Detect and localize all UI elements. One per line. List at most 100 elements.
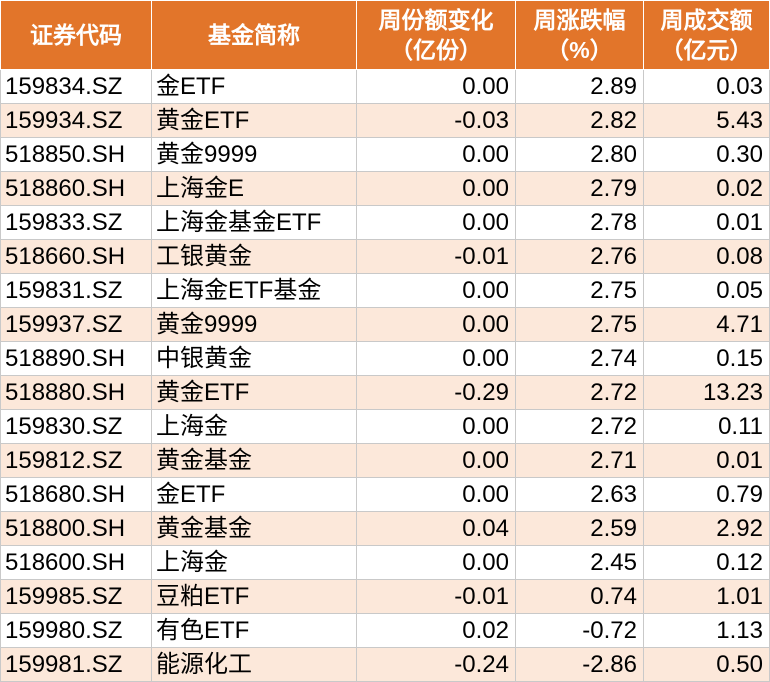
header-turnover: 周成交额 （亿元） xyxy=(643,0,770,70)
cell-turnover: 0.02 xyxy=(643,171,770,206)
cell-share-change: -0.03 xyxy=(356,103,516,138)
header-name-label: 基金简称 xyxy=(208,22,300,48)
cell-name: 上海金E xyxy=(151,171,357,206)
cell-name: 黄金9999 xyxy=(151,307,357,342)
cell-code: 159831.SZ xyxy=(0,273,152,308)
header-share-change-line2: （亿份） xyxy=(390,37,482,63)
table-row: 159834.SZ 金ETF 0.00 2.89 0.03 xyxy=(0,69,770,104)
header-row: 证券代码 基金简称 周份额变化 （亿份） 周涨跌幅 （%） 周成交额 （亿元） xyxy=(0,0,770,70)
cell-share-change: -0.01 xyxy=(356,579,516,614)
cell-turnover: 0.50 xyxy=(643,647,770,682)
cell-turnover: 0.05 xyxy=(643,273,770,308)
cell-share-change: 0.00 xyxy=(356,205,516,240)
cell-code: 518680.SH xyxy=(0,477,152,512)
cell-share-change: 0.00 xyxy=(356,341,516,376)
header-weekly-change-line1: 周涨跌幅 xyxy=(533,7,626,33)
cell-weekly-change: -2.86 xyxy=(515,647,644,682)
cell-weekly-change: 2.45 xyxy=(515,545,644,580)
cell-turnover: 0.08 xyxy=(643,239,770,274)
cell-weekly-change: 2.76 xyxy=(515,239,644,274)
table-row: 518800.SH 黄金基金 0.04 2.59 2.92 xyxy=(0,511,770,546)
cell-code: 518890.SH xyxy=(0,341,152,376)
cell-name: 上海金ETF基金 xyxy=(151,273,357,308)
cell-weekly-change: 2.75 xyxy=(515,273,644,308)
cell-turnover: 4.71 xyxy=(643,307,770,342)
table-row: 159980.SZ 有色ETF 0.02 -0.72 1.13 xyxy=(0,613,770,648)
cell-weekly-change: 2.74 xyxy=(515,341,644,376)
cell-code: 159830.SZ xyxy=(0,409,152,444)
cell-weekly-change: 2.63 xyxy=(515,477,644,512)
cell-share-change: 0.00 xyxy=(356,137,516,172)
table-body: 159834.SZ 金ETF 0.00 2.89 0.03 159934.SZ … xyxy=(0,69,770,682)
cell-name: 黄金ETF xyxy=(151,103,357,138)
cell-share-change: 0.00 xyxy=(356,171,516,206)
header-weekly-change: 周涨跌幅 （%） xyxy=(515,0,644,70)
table-row: 159830.SZ 上海金 0.00 2.72 0.11 xyxy=(0,409,770,444)
cell-code: 159980.SZ xyxy=(0,613,152,648)
table-row: 159833.SZ 上海金基金ETF 0.00 2.78 0.01 xyxy=(0,205,770,240)
cell-name: 有色ETF xyxy=(151,613,357,648)
cell-name: 黄金基金 xyxy=(151,511,357,546)
cell-weekly-change: 2.72 xyxy=(515,409,644,444)
cell-turnover: 0.01 xyxy=(643,443,770,478)
cell-share-change: 0.00 xyxy=(356,273,516,308)
cell-code: 518660.SH xyxy=(0,239,152,274)
cell-code: 159812.SZ xyxy=(0,443,152,478)
header-weekly-change-line2: （%） xyxy=(546,37,613,63)
cell-code: 159937.SZ xyxy=(0,307,152,342)
cell-code: 518880.SH xyxy=(0,375,152,410)
cell-turnover: 0.01 xyxy=(643,205,770,240)
cell-share-change: 0.00 xyxy=(356,69,516,104)
cell-turnover: 1.13 xyxy=(643,613,770,648)
table-row: 518680.SH 金ETF 0.00 2.63 0.79 xyxy=(0,477,770,512)
cell-code: 159985.SZ xyxy=(0,579,152,614)
cell-weekly-change: 2.80 xyxy=(515,137,644,172)
cell-code: 518850.SH xyxy=(0,137,152,172)
table-row: 159812.SZ 黄金基金 0.00 2.71 0.01 xyxy=(0,443,770,478)
cell-weekly-change: 2.75 xyxy=(515,307,644,342)
header-share-change-line1: 周份额变化 xyxy=(378,7,494,33)
cell-share-change: 0.02 xyxy=(356,613,516,648)
table-row: 518860.SH 上海金E 0.00 2.79 0.02 xyxy=(0,171,770,206)
cell-weekly-change: -0.72 xyxy=(515,613,644,648)
cell-name: 工银黄金 xyxy=(151,239,357,274)
cell-turnover: 0.11 xyxy=(643,409,770,444)
cell-name: 上海金 xyxy=(151,409,357,444)
cell-share-change: -0.29 xyxy=(356,375,516,410)
cell-name: 金ETF xyxy=(151,477,357,512)
cell-turnover: 0.03 xyxy=(643,69,770,104)
cell-turnover: 1.01 xyxy=(643,579,770,614)
cell-share-change: 0.00 xyxy=(356,545,516,580)
table-row: 518880.SH 黄金ETF -0.29 2.72 13.23 xyxy=(0,375,770,410)
cell-code: 518800.SH xyxy=(0,511,152,546)
table-row: 518890.SH 中银黄金 0.00 2.74 0.15 xyxy=(0,341,770,376)
cell-weekly-change: 2.89 xyxy=(515,69,644,104)
cell-share-change: 0.00 xyxy=(356,409,516,444)
cell-weekly-change: 2.59 xyxy=(515,511,644,546)
cell-share-change: 0.00 xyxy=(356,443,516,478)
cell-turnover: 5.43 xyxy=(643,103,770,138)
table-row: 159934.SZ 黄金ETF -0.03 2.82 5.43 xyxy=(0,103,770,138)
header-name: 基金简称 xyxy=(151,0,357,70)
table-row: 159831.SZ 上海金ETF基金 0.00 2.75 0.05 xyxy=(0,273,770,308)
cell-weekly-change: 2.72 xyxy=(515,375,644,410)
cell-turnover: 0.30 xyxy=(643,137,770,172)
cell-weekly-change: 0.74 xyxy=(515,579,644,614)
cell-name: 黄金基金 xyxy=(151,443,357,478)
fund-table: 证券代码 基金简称 周份额变化 （亿份） 周涨跌幅 （%） 周成交额 （亿元） … xyxy=(0,0,770,682)
cell-name: 能源化工 xyxy=(151,647,357,682)
table-row: 518660.SH 工银黄金 -0.01 2.76 0.08 xyxy=(0,239,770,274)
cell-weekly-change: 2.82 xyxy=(515,103,644,138)
cell-name: 黄金9999 xyxy=(151,137,357,172)
cell-name: 中银黄金 xyxy=(151,341,357,376)
cell-code: 159833.SZ xyxy=(0,205,152,240)
cell-name: 上海金基金ETF xyxy=(151,205,357,240)
table-row: 518850.SH 黄金9999 0.00 2.80 0.30 xyxy=(0,137,770,172)
header-code: 证券代码 xyxy=(0,0,152,70)
cell-turnover: 13.23 xyxy=(643,375,770,410)
cell-turnover: 2.92 xyxy=(643,511,770,546)
header-turnover-line1: 周成交额 xyxy=(660,7,753,33)
cell-code: 518860.SH xyxy=(0,171,152,206)
cell-share-change: -0.01 xyxy=(356,239,516,274)
cell-share-change: 0.04 xyxy=(356,511,516,546)
